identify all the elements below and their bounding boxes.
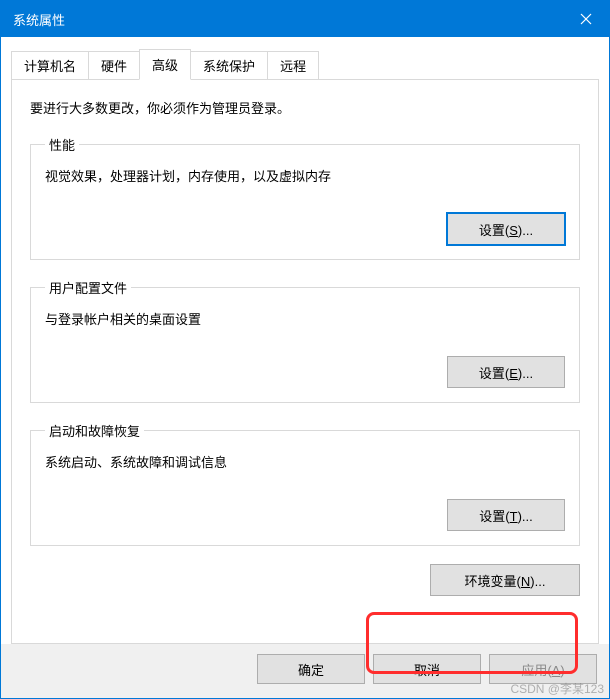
startup-recovery-legend: 启动和故障恢复 bbox=[45, 421, 144, 440]
startup-recovery-desc: 系统启动、系统故障和调试信息 bbox=[45, 452, 565, 471]
environment-variables-button[interactable]: 环境变量(N)... bbox=[430, 564, 580, 596]
tab-hardware[interactable]: 硬件 bbox=[88, 51, 140, 80]
user-profiles-group: 用户配置文件 与登录帐户相关的桌面设置 设置(E)... bbox=[30, 278, 580, 403]
env-wrap: 环境变量(N)... bbox=[30, 564, 580, 596]
startup-recovery-group: 启动和故障恢复 系统启动、系统故障和调试信息 设置(T)... bbox=[30, 421, 580, 546]
dialog-body: 计算机名 硬件 高级 系统保护 远程 要进行大多数更改，你必须作为管理员登录。 … bbox=[1, 37, 609, 698]
user-profiles-settings-button[interactable]: 设置(E)... bbox=[447, 356, 565, 388]
tab-remote[interactable]: 远程 bbox=[267, 51, 319, 80]
performance-legend: 性能 bbox=[45, 135, 79, 154]
cancel-button[interactable]: 取消 bbox=[373, 654, 481, 684]
ok-button[interactable]: 确定 bbox=[257, 654, 365, 684]
admin-intro-text: 要进行大多数更改，你必须作为管理员登录。 bbox=[30, 98, 580, 117]
window-title: 系统属性 bbox=[13, 10, 65, 29]
tab-computer-name[interactable]: 计算机名 bbox=[11, 51, 89, 80]
titlebar: 系统属性 bbox=[1, 1, 609, 37]
tabs-row: 计算机名 硬件 高级 系统保护 远程 bbox=[11, 49, 599, 80]
system-properties-window: 系统属性 计算机名 硬件 高级 系统保护 远程 要进行大多数更改，你必须作为管理… bbox=[0, 0, 610, 699]
close-button[interactable] bbox=[563, 1, 609, 37]
performance-group: 性能 视觉效果，处理器计划，内存使用，以及虚拟内存 设置(S)... bbox=[30, 135, 580, 260]
apply-button[interactable]: 应用(A) bbox=[489, 654, 597, 684]
tab-system-protection[interactable]: 系统保护 bbox=[190, 51, 268, 80]
user-profiles-legend: 用户配置文件 bbox=[45, 278, 131, 297]
close-icon bbox=[580, 13, 592, 25]
performance-settings-button[interactable]: 设置(S)... bbox=[447, 213, 565, 245]
user-profiles-desc: 与登录帐户相关的桌面设置 bbox=[45, 309, 565, 328]
dialog-footer: 确定 取消 应用(A) bbox=[1, 644, 609, 698]
advanced-panel: 要进行大多数更改，你必须作为管理员登录。 性能 视觉效果，处理器计划，内存使用，… bbox=[11, 79, 599, 644]
tab-advanced[interactable]: 高级 bbox=[139, 49, 191, 80]
performance-desc: 视觉效果，处理器计划，内存使用，以及虚拟内存 bbox=[45, 166, 565, 185]
startup-recovery-settings-button[interactable]: 设置(T)... bbox=[447, 499, 565, 531]
